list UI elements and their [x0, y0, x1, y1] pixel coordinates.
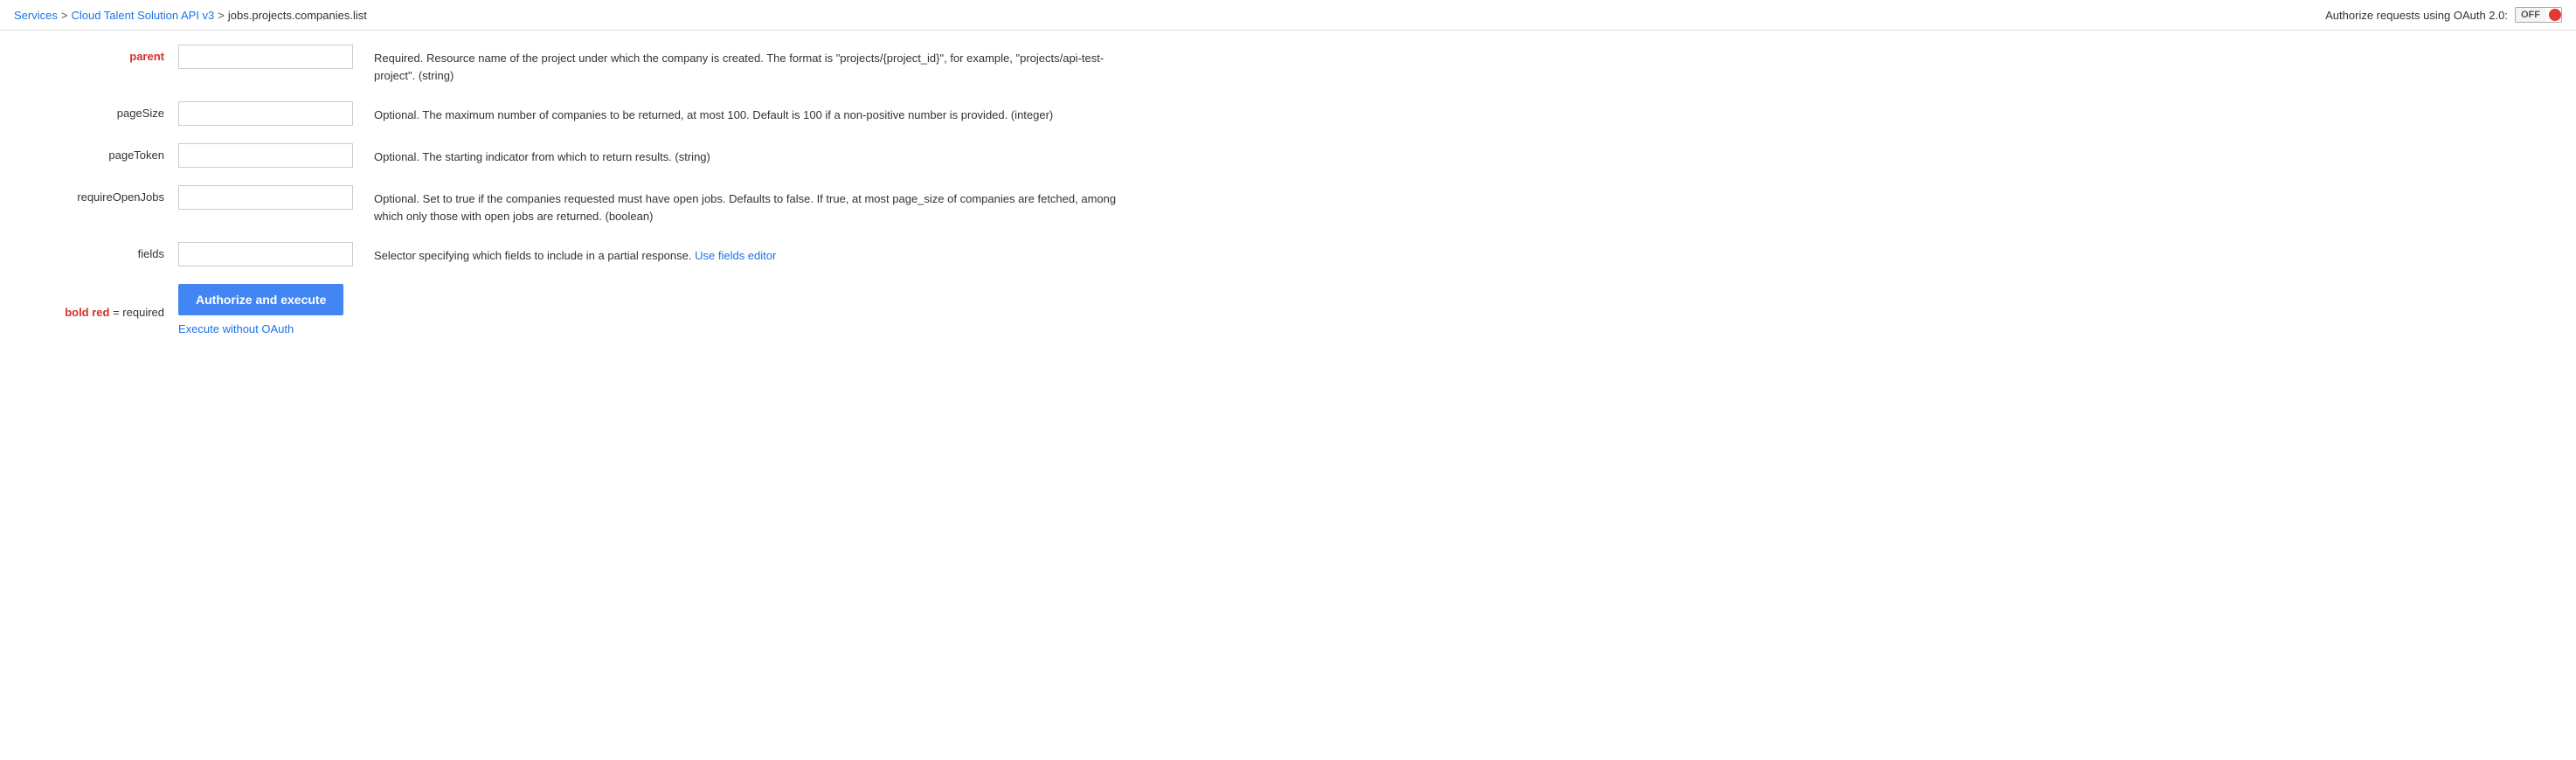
- field-input-requireopenjobs[interactable]: [178, 185, 353, 210]
- fields-description-text: Selector specifying which fields to incl…: [374, 249, 691, 262]
- authorize-execute-button[interactable]: Authorize and execute: [178, 284, 343, 315]
- field-label-parent: parent: [21, 45, 178, 63]
- requireopenjobs-input[interactable]: [178, 185, 353, 210]
- field-row-requireopenjobs: requireOpenJobs Optional. Set to true if…: [21, 185, 2555, 225]
- legend-equals: = required: [113, 306, 164, 319]
- field-description-pagetoken: Optional. The starting indicator from wh…: [353, 143, 710, 166]
- field-label-pagetoken: pageToken: [21, 143, 178, 162]
- oauth-toggle-off-label: OFF: [2516, 8, 2545, 22]
- field-row-pagesize: pageSize Optional. The maximum number of…: [21, 101, 2555, 126]
- oauth-toggle[interactable]: OFF: [2515, 7, 2562, 23]
- legend-label: bold red = required: [21, 301, 178, 319]
- field-input-parent[interactable]: [178, 45, 353, 69]
- action-buttons: Authorize and execute Execute without OA…: [178, 284, 343, 335]
- main-content: parent Required. Resource name of the pr…: [0, 31, 2576, 367]
- method-label: jobs.projects.companies.list: [228, 9, 367, 22]
- fields-input[interactable]: [178, 242, 353, 266]
- execute-without-oauth-container: Execute without OAuth: [178, 322, 343, 335]
- field-description-requireopenjobs: Optional. Set to true if the companies r…: [353, 185, 1139, 225]
- parent-input[interactable]: [178, 45, 353, 69]
- legend-bold-red: bold red: [65, 306, 109, 319]
- field-row-pagetoken: pageToken Optional. The starting indicat…: [21, 143, 2555, 168]
- breadcrumb-sep-1: >: [61, 9, 68, 22]
- breadcrumb-sep-2: >: [218, 9, 225, 22]
- pagetoken-input[interactable]: [178, 143, 353, 168]
- pagesize-input[interactable]: [178, 101, 353, 126]
- use-fields-editor-link[interactable]: Use fields editor: [695, 249, 776, 262]
- legend-row: bold red = required Authorize and execut…: [21, 284, 2555, 335]
- oauth-section: Authorize requests using OAuth 2.0: OFF: [2325, 7, 2562, 23]
- field-input-pagesize[interactable]: [178, 101, 353, 126]
- field-label-fields: fields: [21, 242, 178, 260]
- field-input-pagetoken[interactable]: [178, 143, 353, 168]
- field-description-parent: Required. Resource name of the project u…: [353, 45, 1139, 84]
- top-bar: Services > Cloud Talent Solution API v3 …: [0, 0, 2576, 31]
- field-label-requireopenjobs: requireOpenJobs: [21, 185, 178, 204]
- services-link[interactable]: Services: [14, 9, 58, 22]
- api-link[interactable]: Cloud Talent Solution API v3: [71, 9, 214, 22]
- execute-without-oauth-link[interactable]: Execute without OAuth: [178, 322, 294, 335]
- field-description-pagesize: Optional. The maximum number of companie…: [353, 101, 1053, 124]
- oauth-label: Authorize requests using OAuth 2.0:: [2325, 9, 2508, 22]
- field-row-parent: parent Required. Resource name of the pr…: [21, 45, 2555, 84]
- field-label-pagesize: pageSize: [21, 101, 178, 120]
- oauth-toggle-circle: [2549, 9, 2561, 21]
- breadcrumb: Services > Cloud Talent Solution API v3 …: [14, 9, 367, 22]
- field-input-fields[interactable]: [178, 242, 353, 266]
- field-description-fields: Selector specifying which fields to incl…: [353, 242, 776, 265]
- field-row-fields: fields Selector specifying which fields …: [21, 242, 2555, 266]
